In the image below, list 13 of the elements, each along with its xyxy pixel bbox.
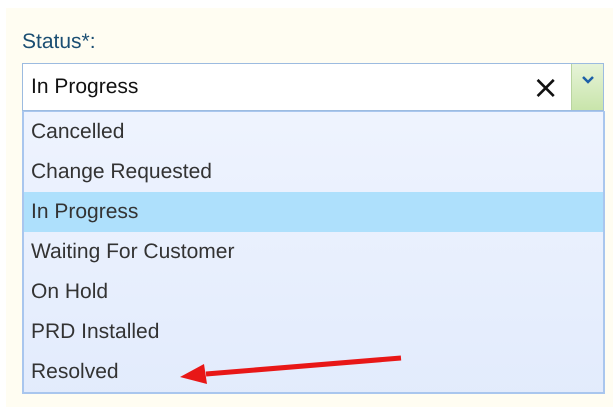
status-combobox[interactable]: In Progress ×	[22, 63, 604, 111]
dropdown-option[interactable]: Cancelled	[24, 112, 603, 152]
dropdown-option[interactable]: PRD Installed	[24, 312, 603, 352]
clear-button[interactable]: ×	[520, 64, 571, 110]
dropdown-option[interactable]: On Hold	[24, 272, 603, 312]
dropdown-option[interactable]: Change Requested	[24, 152, 603, 192]
chevron-down-icon	[582, 76, 594, 84]
dropdown-option[interactable]: Resolved	[24, 352, 603, 392]
dropdown-button[interactable]	[571, 64, 603, 110]
dropdown-option[interactable]: Waiting For Customer	[24, 232, 603, 272]
status-input[interactable]: In Progress	[23, 64, 520, 110]
field-label: Status*:	[22, 30, 96, 54]
dropdown-option[interactable]: In Progress	[24, 192, 603, 232]
